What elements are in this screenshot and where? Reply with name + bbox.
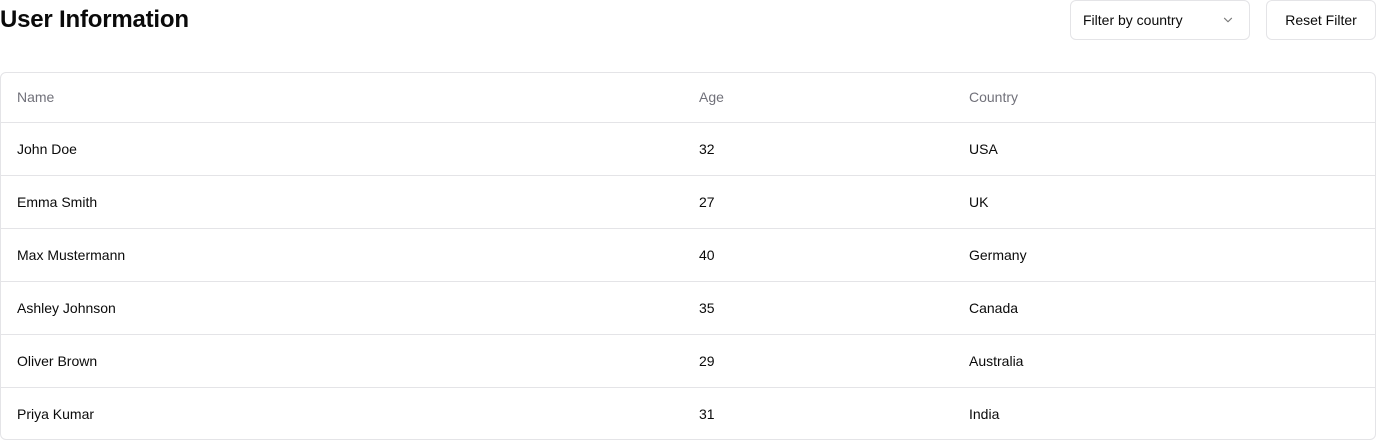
table-row: Priya Kumar 31 India <box>1 387 1375 439</box>
cell-country: Australia <box>953 334 1375 388</box>
reset-filter-button[interactable]: Reset Filter <box>1266 0 1376 40</box>
table-header-row: Name Age Country <box>1 73 1375 123</box>
column-header-country: Country <box>953 73 1375 123</box>
cell-name: Max Mustermann <box>1 228 683 282</box>
table-row: Emma Smith 27 UK <box>1 175 1375 229</box>
table-row: Oliver Brown 29 Australia <box>1 334 1375 388</box>
table-row: John Doe 32 USA <box>1 122 1375 176</box>
column-header-name: Name <box>1 73 683 123</box>
chevron-down-icon <box>1223 17 1233 23</box>
cell-country: India <box>969 405 1000 422</box>
cell-age: 35 <box>683 281 953 335</box>
page-header: User Information Filter by country Reset… <box>0 0 1376 40</box>
table-row: Max Mustermann 40 Germany <box>1 228 1375 282</box>
column-header-age: Age <box>683 73 953 123</box>
cell-age: 32 <box>683 122 953 176</box>
cell-name: Ashley Johnson <box>1 281 683 335</box>
table-row: Ashley Johnson 35 Canada <box>1 281 1375 335</box>
country-filter-label: Filter by country <box>1083 12 1183 28</box>
cell-country: UK <box>953 175 1375 229</box>
cell-country: Canada <box>953 281 1375 335</box>
cell-name: Priya Kumar <box>17 405 95 422</box>
cell-country: Germany <box>953 228 1375 282</box>
page-title: User Information <box>0 6 189 33</box>
cell-country: USA <box>953 122 1375 176</box>
cell-age: 29 <box>683 334 953 388</box>
user-table-container: Name Age Country John Doe 32 USA Emma Sm… <box>0 72 1376 440</box>
country-filter-select[interactable]: Filter by country <box>1070 0 1250 40</box>
user-table: Name Age Country John Doe 32 USA Emma Sm… <box>1 73 1375 439</box>
cell-name: Emma Smith <box>1 175 683 229</box>
cell-age: 31 <box>699 405 715 422</box>
cell-name: John Doe <box>1 122 683 176</box>
cell-age: 27 <box>683 175 953 229</box>
cell-name: Oliver Brown <box>1 334 683 388</box>
cell-age: 40 <box>683 228 953 282</box>
header-controls: Filter by country Reset Filter <box>1070 0 1376 40</box>
